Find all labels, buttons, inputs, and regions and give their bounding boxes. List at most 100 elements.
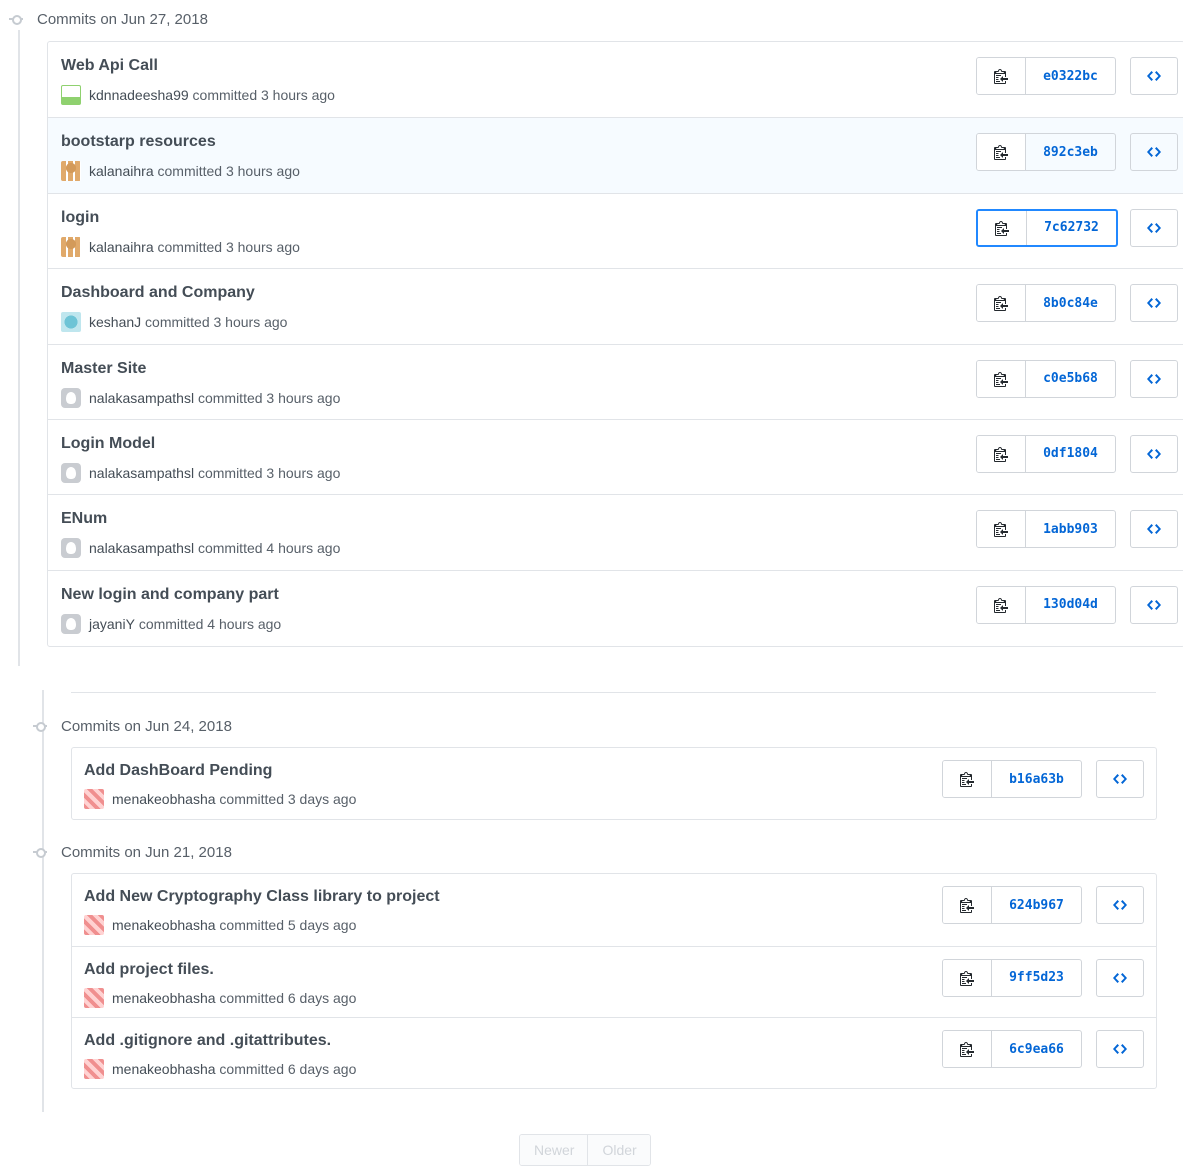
avatar[interactable] xyxy=(84,789,104,809)
copy-sha-button[interactable] xyxy=(978,210,1027,245)
commit-row: Login Model nalakasampathsl committed 3 h… xyxy=(48,418,1183,494)
author-link[interactable]: nalakasampathsl xyxy=(89,390,194,406)
commit-row: New login and company part jayaniY commit… xyxy=(48,569,1183,645)
commit-sha-link[interactable]: 624b967 xyxy=(992,887,1081,923)
code-brackets-icon xyxy=(1147,521,1161,537)
browse-repo-button[interactable] xyxy=(1130,434,1178,473)
clipboard-icon xyxy=(960,1041,974,1057)
author-link[interactable]: nalakasampathsl xyxy=(89,465,194,481)
author-link[interactable]: keshanJ xyxy=(89,314,141,330)
browse-repo-button[interactable] xyxy=(1130,284,1178,323)
code-brackets-icon xyxy=(1113,897,1127,913)
avatar[interactable] xyxy=(61,613,81,634)
author-link[interactable]: menakeobhasha xyxy=(112,990,216,1006)
avatar[interactable] xyxy=(61,236,81,257)
commit-message-link[interactable]: New login and company part xyxy=(61,586,279,604)
avatar[interactable] xyxy=(61,312,81,333)
author-link[interactable]: kalanaihra xyxy=(89,239,154,255)
commit-time: committed 6 days ago xyxy=(219,989,357,1006)
commit-meta: jayaniY committed 4 hours ago xyxy=(61,613,281,634)
browse-repo-button[interactable] xyxy=(1096,760,1144,798)
commit-time: committed 4 hours ago xyxy=(197,540,341,557)
commit-sha-group: 0df1804 xyxy=(976,434,1116,473)
author-link[interactable]: kdnnadeesha99 xyxy=(89,87,189,103)
copy-sha-button[interactable] xyxy=(977,586,1026,623)
commit-message-link[interactable]: bootstarp resources xyxy=(61,133,216,151)
avatar[interactable] xyxy=(61,85,81,105)
commit-sha-group: 130d04d xyxy=(976,585,1116,624)
copy-sha-button[interactable] xyxy=(977,360,1026,397)
browse-repo-button[interactable] xyxy=(1096,958,1144,997)
author-link[interactable]: menakeobhasha xyxy=(112,791,216,807)
commit-list: Add New Cryptography Class library to pr… xyxy=(71,873,1157,1089)
copy-sha-button[interactable] xyxy=(943,1031,992,1067)
commit-sha-link[interactable]: 8b0c84e xyxy=(1026,285,1115,321)
commit-sha-link[interactable]: b16a63b xyxy=(992,761,1081,797)
commit-sha-link[interactable]: 892c3eb xyxy=(1026,134,1115,170)
commit-time: committed 3 hours ago xyxy=(157,163,300,180)
browse-repo-button[interactable] xyxy=(1096,886,1144,924)
browse-repo-button[interactable] xyxy=(1096,1030,1144,1068)
avatar[interactable] xyxy=(61,538,81,559)
commit-sha-link[interactable]: c0e5b68 xyxy=(1026,361,1115,397)
code-brackets-icon xyxy=(1147,220,1161,236)
commit-message-link[interactable]: login xyxy=(61,209,99,227)
browse-repo-button[interactable] xyxy=(1130,57,1178,95)
commit-sha-link[interactable]: e0322bc xyxy=(1026,58,1115,94)
author-link[interactable]: kalanaihra xyxy=(89,163,154,179)
commit-sha-link[interactable]: 130d04d xyxy=(1026,587,1115,623)
commit-sha-group: 7c62732 xyxy=(976,208,1118,247)
copy-sha-button[interactable] xyxy=(977,435,1026,472)
commit-message-link[interactable]: Dashboard and Company xyxy=(61,284,255,302)
copy-sha-button[interactable] xyxy=(977,285,1026,322)
commit-meta: menakeobhasha committed 6 days ago xyxy=(84,987,357,1008)
browse-repo-button[interactable] xyxy=(1130,208,1178,247)
author-link[interactable]: jayaniY xyxy=(89,616,135,632)
copy-sha-button[interactable] xyxy=(943,761,992,797)
browse-repo-button[interactable] xyxy=(1130,585,1178,624)
copy-sha-button[interactable] xyxy=(977,134,1026,171)
commit-sha-link[interactable]: 6c9ea66 xyxy=(992,1031,1081,1067)
avatar[interactable] xyxy=(84,987,104,1008)
author-link[interactable]: menakeobhasha xyxy=(112,1061,216,1077)
browse-repo-button[interactable] xyxy=(1130,359,1178,398)
browse-repo-button[interactable] xyxy=(1130,133,1178,172)
avatar[interactable] xyxy=(84,915,104,935)
commit-sha-link[interactable]: 7c62732 xyxy=(1027,211,1116,245)
commit-message-link[interactable]: Add project files. xyxy=(84,961,214,979)
commit-message-link[interactable]: Add New Cryptography Class library to pr… xyxy=(84,888,440,906)
commit-sha-link[interactable]: 0df1804 xyxy=(1026,436,1115,472)
clipboard-icon xyxy=(960,771,974,787)
avatar[interactable] xyxy=(61,462,81,483)
author-link[interactable]: menakeobhasha xyxy=(112,917,216,933)
copy-sha-button[interactable] xyxy=(977,511,1026,548)
commit-group-date: Commits on Jun 24, 2018 xyxy=(61,717,232,735)
commit-time: committed 3 days ago xyxy=(219,791,357,807)
commit-group-header: Commits on Jun 27, 2018 xyxy=(9,8,208,30)
clipboard-icon xyxy=(960,970,974,986)
commit-node-icon xyxy=(9,12,23,26)
commit-sha-link[interactable]: 9ff5d23 xyxy=(992,960,1081,996)
avatar[interactable] xyxy=(84,1059,104,1079)
commit-message-link[interactable]: Web Api Call xyxy=(61,57,158,75)
avatar[interactable] xyxy=(61,387,81,408)
code-brackets-icon xyxy=(1147,446,1161,462)
commit-sha-link[interactable]: 1abb903 xyxy=(1026,511,1115,547)
newer-button[interactable]: Newer xyxy=(520,1135,588,1165)
clipboard-icon xyxy=(994,295,1008,312)
commit-message-link[interactable]: Login Model xyxy=(61,435,155,453)
copy-sha-button[interactable] xyxy=(943,959,992,996)
commit-message-link[interactable]: Add DashBoard Pending xyxy=(84,762,272,780)
older-button[interactable]: Older xyxy=(587,1135,650,1165)
commit-message-link[interactable]: Add .gitignore and .gitattributes. xyxy=(84,1032,331,1050)
commit-sha-group: 6c9ea66 xyxy=(942,1030,1082,1068)
copy-sha-button[interactable] xyxy=(977,58,1026,94)
copy-sha-button[interactable] xyxy=(943,887,992,923)
browse-repo-button[interactable] xyxy=(1130,510,1178,549)
avatar[interactable] xyxy=(61,161,81,182)
commit-message-link[interactable]: ENum xyxy=(61,510,107,528)
code-brackets-icon xyxy=(1113,970,1127,986)
author-link[interactable]: nalakasampathsl xyxy=(89,540,194,556)
commit-sha-group: 8b0c84e xyxy=(976,284,1116,323)
commit-message-link[interactable]: Master Site xyxy=(61,360,146,378)
